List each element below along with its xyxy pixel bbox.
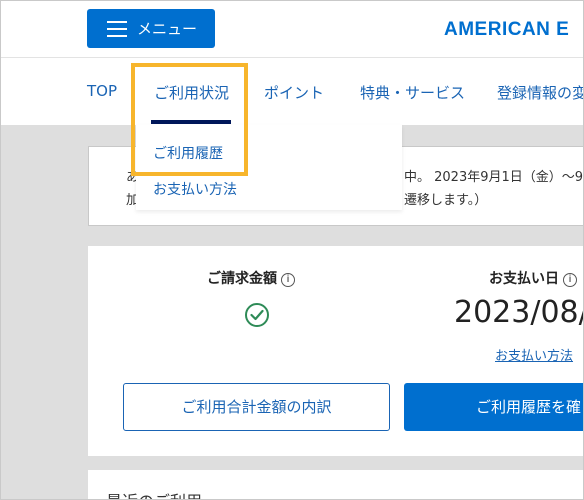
dropdown-item-payment-method[interactable]: お支払い方法 <box>153 179 237 199</box>
hamburger-icon <box>107 20 127 37</box>
usage-history-button[interactable]: ご利用履歴を確 <box>404 383 584 431</box>
usage-breakdown-button[interactable]: ご利用合計金額の内訳 <box>123 383 390 431</box>
payment-date-value: 2023/08/ <box>454 295 584 330</box>
menu-button-label: メニュー <box>137 20 198 38</box>
payment-date-label: お支払い日 i <box>489 268 577 288</box>
dropdown-item-usage-history[interactable]: ご利用履歴 <box>153 143 223 163</box>
notice-text-2b: 遷移します。） <box>404 193 488 208</box>
nav-item-points[interactable]: ポイント <box>264 82 324 103</box>
top-header: メニュー AMERICAN E <box>0 0 584 58</box>
brand-logo[interactable]: AMERICAN E <box>444 19 569 41</box>
payment-method-link[interactable]: お支払い方法 <box>495 345 573 364</box>
nav-item-registration[interactable]: 登録情報の変 <box>497 82 584 103</box>
check-circle-icon <box>245 303 269 327</box>
recent-usage-title: 最近のご利用 <box>106 488 202 500</box>
info-icon[interactable]: i <box>281 273 295 287</box>
main-nav: TOP ご利用状況 ポイント 特典・サービス 登録情報の変 <box>0 58 584 125</box>
info-icon[interactable]: i <box>563 273 577 287</box>
menu-button[interactable]: メニュー <box>87 9 215 48</box>
notice-text-1b: 中。 2023年9月1日（金）～9 <box>404 170 584 185</box>
nav-item-top[interactable]: TOP <box>87 82 117 100</box>
billing-amount-label: ご請求金額 i <box>207 268 295 288</box>
usage-status-dropdown: ご利用履歴 お支払い方法 <box>136 125 402 210</box>
nav-active-indicator <box>151 120 231 124</box>
nav-item-benefits[interactable]: 特典・サービス <box>360 82 465 103</box>
nav-item-usage-status[interactable]: ご利用状況 <box>154 82 229 103</box>
